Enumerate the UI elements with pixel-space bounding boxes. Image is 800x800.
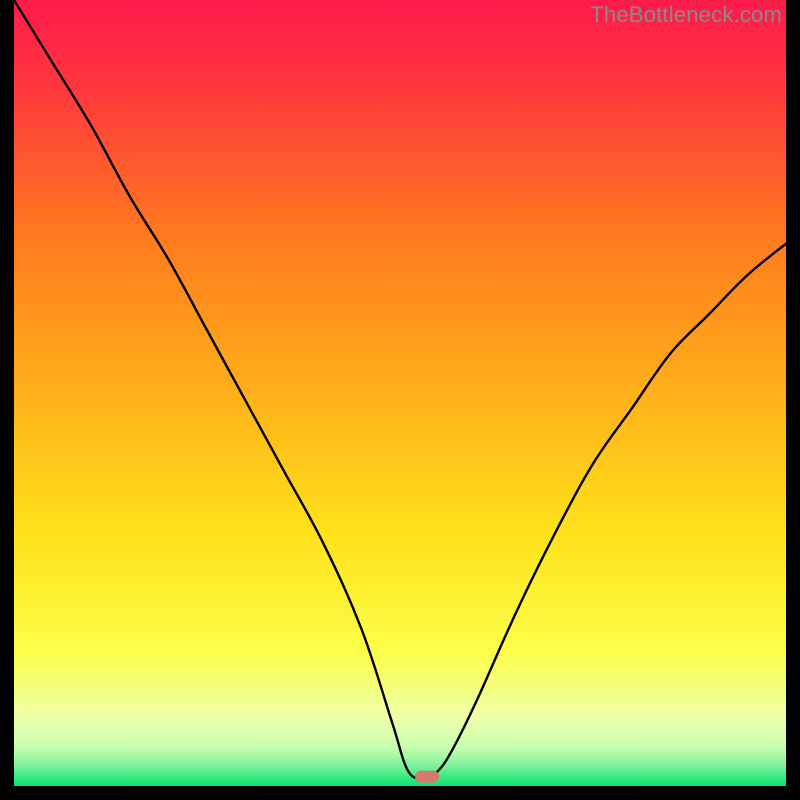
- bottleneck-chart: [14, 0, 786, 786]
- watermark-text: TheBottleneck.com: [590, 2, 782, 28]
- optimal-point-marker: [415, 771, 439, 783]
- chart-frame: [14, 0, 786, 786]
- gradient-background: [14, 0, 786, 786]
